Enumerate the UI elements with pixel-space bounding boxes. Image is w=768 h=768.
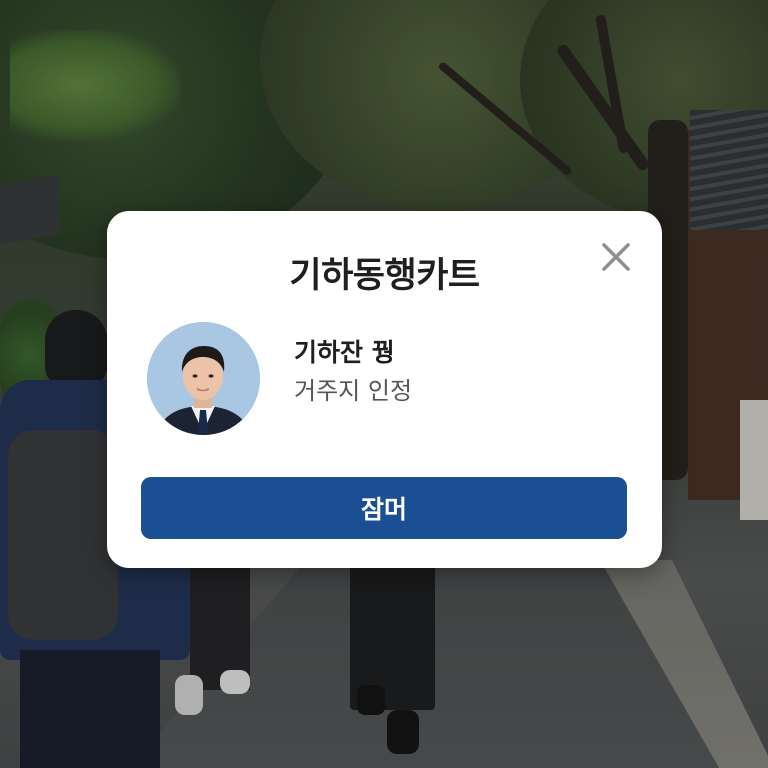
- avatar: [147, 322, 260, 435]
- confirm-button-label: 잠머: [360, 495, 407, 524]
- profile-name: 기하잔 꿩: [294, 337, 395, 367]
- modal-title: 기하동행카트: [289, 256, 480, 296]
- user-avatar-photo: [147, 322, 260, 435]
- confirm-button[interactable]: 잠머: [141, 477, 627, 539]
- close-button[interactable]: [598, 239, 634, 275]
- close-icon: [602, 243, 630, 271]
- profile-text: 기하잔 꿩 거주지 인정: [294, 336, 412, 408]
- profile-section: 기하잔 꿩 거주지 인정: [147, 321, 412, 436]
- residency-status: 거주지 인정: [294, 376, 413, 405]
- companion-card-modal: 기하동행카트 기하잔 꿩 거주지 인정 잠머: [107, 211, 662, 568]
